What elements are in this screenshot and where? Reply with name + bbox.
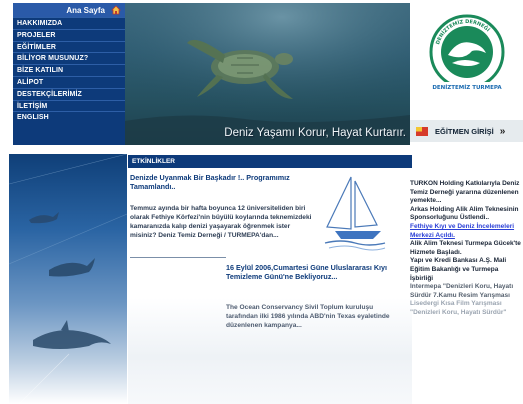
news-item[interactable]: TURKON Holding Katkılarıyla Deniz Temiz … bbox=[410, 180, 523, 206]
organization-logo[interactable]: DENİZTEMİZ DERNEĞİ DENİZTEMİZ TURMEPA bbox=[410, 3, 523, 120]
nav-item-projects[interactable]: PROJELER bbox=[13, 28, 125, 41]
hero-slogan: Deniz Yaşamı Korur, Hayat Kurtarır. bbox=[224, 127, 406, 139]
nav-item-supporters[interactable]: DESTEKÇİLERİMİZ bbox=[13, 87, 125, 100]
events-divider bbox=[130, 257, 226, 258]
instructor-login-button[interactable]: EĞİTMEN GİRİŞİ » bbox=[410, 120, 523, 142]
events-panel: Denizde Uyanmak Bir Başkadır !.. Program… bbox=[128, 168, 412, 404]
instructor-login-label: EĞİTMEN GİRİŞİ bbox=[435, 126, 494, 136]
nav-item-trainings[interactable]: EĞİTİMLER bbox=[13, 40, 125, 53]
house-icon bbox=[111, 5, 121, 15]
logo-text-middle: DENİZTEMİZ TURMEPA bbox=[432, 84, 502, 91]
flag-icon bbox=[416, 126, 428, 136]
sea-life-illustration bbox=[9, 154, 127, 404]
events-section-header: ETKİNLİKLER bbox=[128, 155, 412, 168]
event-1-title-link[interactable]: Denizde Uyanmak Bir Başkadır !.. Program… bbox=[130, 173, 300, 191]
event-2-summary: The Ocean Conservancy Sivil Toplum kurul… bbox=[226, 304, 390, 329]
news-column: TURKON Holding Katkılarıyla Deniz Temiz … bbox=[410, 180, 523, 404]
hero-banner: Deniz Yaşamı Korur, Hayat Kurtarır. bbox=[125, 3, 410, 145]
event-1-summary: Temmuz ayında bir hafta boyunca 12 ünive… bbox=[130, 205, 312, 239]
sailboat-icon bbox=[324, 176, 386, 251]
nav-item-alipot[interactable]: ALİPOT bbox=[13, 75, 125, 88]
nav-item-english[interactable]: ENGLISH bbox=[13, 111, 125, 123]
main-navigation: Ana Sayfa HAKKIMIZDA PROJELER EĞİTİMLER … bbox=[13, 3, 125, 145]
news-item-link[interactable]: Fethiye Kıyı ve Deniz İncelemeleri Merke… bbox=[410, 223, 523, 240]
nav-item-about[interactable]: HAKKIMIZDA bbox=[13, 17, 125, 29]
sea-life-panel bbox=[9, 154, 127, 404]
nav-item-did-you-know[interactable]: BİLİYOR MUSUNUZ? bbox=[13, 52, 125, 64]
shark-icon bbox=[29, 212, 59, 224]
nav-item-contact[interactable]: İLETİŞİM bbox=[13, 99, 125, 112]
whale-icon bbox=[49, 258, 95, 277]
nav-home-link[interactable]: Ana Sayfa bbox=[13, 3, 125, 17]
double-arrow-icon: » bbox=[499, 125, 506, 137]
nav-home-label: Ana Sayfa bbox=[66, 5, 105, 15]
news-item[interactable]: Lisedergi Kısa Film Yarışması "Denizleri… bbox=[410, 300, 523, 317]
news-item[interactable]: Yapı ve Kredi Bankası A.Ş. Mali Eğitim B… bbox=[410, 257, 523, 283]
content-area: ETKİNLİKLER Denizde Uyanmak Bir Başkadır… bbox=[0, 146, 523, 404]
dolphin-logo-icon: DENİZTEMİZ DERNEĞİ DENİZTEMİZ TURMEPA bbox=[429, 14, 505, 91]
page-header: Ana Sayfa HAKKIMIZDA PROJELER EĞİTİMLER … bbox=[0, 0, 523, 146]
news-item[interactable]: Arkas Holding Alik Alim Teknesinin Spons… bbox=[410, 206, 523, 223]
news-item[interactable]: Alik Alim Teknesi Turmepa Gücek'te Hizme… bbox=[410, 240, 523, 257]
news-item[interactable]: Intermepa "Denizleri Koru, Hayatı Sürdür… bbox=[410, 283, 523, 300]
nav-item-join-us[interactable]: BİZE KATILIN bbox=[13, 64, 125, 76]
event-2-title-link[interactable]: 16 Eylül 2006,Cumartesi Güne Uluslararas… bbox=[226, 263, 406, 281]
dolphin-icon bbox=[33, 320, 111, 349]
sea-turtle-photo bbox=[125, 3, 410, 145]
